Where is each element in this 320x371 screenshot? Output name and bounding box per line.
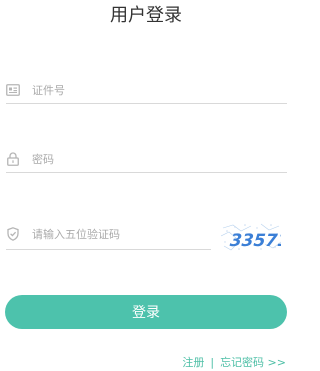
lock-icon <box>6 152 20 166</box>
shield-icon <box>6 227 20 241</box>
login-button[interactable]: 登录 <box>5 295 287 329</box>
id-number-input[interactable] <box>32 83 232 97</box>
id-card-icon <box>6 83 20 97</box>
register-link[interactable]: 注册 <box>182 356 204 369</box>
captcha-input[interactable] <box>32 227 202 241</box>
captcha-field[interactable] <box>6 224 202 244</box>
password-input[interactable] <box>32 152 232 166</box>
id-number-field[interactable] <box>6 80 232 100</box>
page-title: 用户登录 <box>110 5 182 26</box>
captcha-code: 33571 <box>229 231 281 251</box>
password-underline <box>6 172 287 173</box>
password-field[interactable] <box>6 149 232 169</box>
footer-links: 注册 | 忘记密码 >> <box>182 356 286 370</box>
link-separator: | <box>210 356 215 369</box>
captcha-underline <box>6 249 211 250</box>
forgot-password-link[interactable]: 忘记密码 >> <box>220 356 286 369</box>
captcha-image[interactable]: 33571 <box>221 222 281 252</box>
id-number-underline <box>6 103 287 104</box>
